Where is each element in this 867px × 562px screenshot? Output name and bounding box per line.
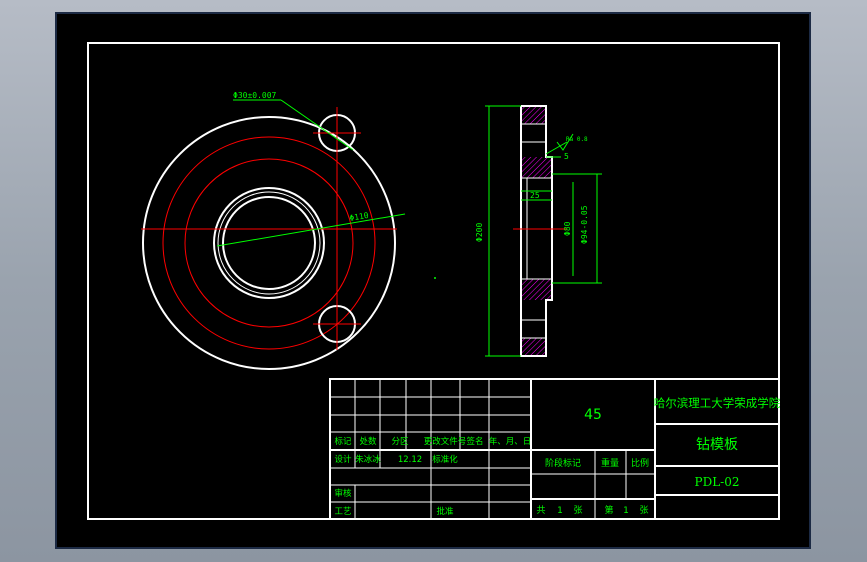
bore-outer-circle [213, 187, 325, 299]
hatch-step-top [521, 157, 552, 178]
rev-header-1: 处数 [359, 436, 377, 447]
material-text: 45 [584, 407, 602, 423]
drawing-canvas: Φ30±0.007 Φ110 Φ200 Φ80 Φ94-0.05 Ra 0.8 … [87, 42, 781, 520]
design-date: 12.12 [398, 455, 422, 465]
total-label: 共 [536, 505, 545, 516]
roughness-text: Ra 0.8 [566, 136, 588, 143]
part-name-text: 钻模板 [696, 437, 738, 453]
approve-label: 批准 [436, 506, 454, 517]
total-count: 1 [557, 506, 563, 516]
step-width-text: 25 [530, 191, 540, 200]
sheet-unit: 张 [573, 505, 582, 516]
rev-header-4: 签名 [466, 436, 483, 447]
school-text: 哈尔滨理工大学荣成学院 [654, 396, 781, 410]
designer-name: 朱冰冰 [355, 454, 381, 465]
rev-header-2: 分区 [391, 437, 409, 447]
rev-header-3: 更改文件号 [424, 436, 467, 447]
pcd-dim-line [216, 213, 406, 247]
page-num: 1 [623, 506, 629, 516]
outer-flange-circle [142, 116, 396, 370]
pcd-dim-text: Φ110 [349, 211, 370, 223]
side-view: Φ200 Φ80 Φ94-0.05 Ra 0.8 5 25 [475, 105, 602, 357]
stray-point [434, 277, 436, 279]
weight-label: 重量 [601, 457, 619, 469]
rev-header-0: 标记 [334, 436, 352, 447]
drawing-no-text: PDL-02 [695, 475, 740, 489]
hatch-top [521, 106, 546, 124]
rev-header-5: 年、月、日 [489, 436, 532, 447]
standardize-label: 标准化 [432, 454, 458, 465]
outer-dim-text: Φ200 [475, 223, 484, 242]
process-label: 工艺 [334, 507, 351, 517]
stage-label: 阶段标记 [545, 457, 581, 469]
step-depth-text: 5 [564, 152, 569, 161]
pitch-circle [162, 136, 376, 350]
review-label: 审核 [334, 488, 352, 499]
scale-label: 比例 [631, 457, 649, 469]
bore-dim-text: Φ80 [563, 221, 572, 236]
drawing-border [87, 42, 780, 520]
page-unit: 张 [639, 505, 648, 516]
hatch-step-bottom [521, 279, 552, 300]
front-view: Φ30±0.007 Φ110 [141, 91, 436, 370]
hole-dim-text: Φ30±0.007 [233, 91, 277, 100]
inner-center-circle [184, 158, 354, 328]
design-label: 设计 [334, 454, 352, 465]
spigot-dim-text: Φ94-0.05 [580, 205, 589, 244]
cad-viewport[interactable]: Φ30±0.007 Φ110 Φ200 Φ80 Φ94-0.05 Ra 0.8 … [55, 12, 811, 549]
section-outline [520, 105, 553, 357]
hole-dim-line [280, 99, 354, 151]
page-label: 第 [604, 504, 613, 516]
hatch-bottom [521, 338, 546, 356]
